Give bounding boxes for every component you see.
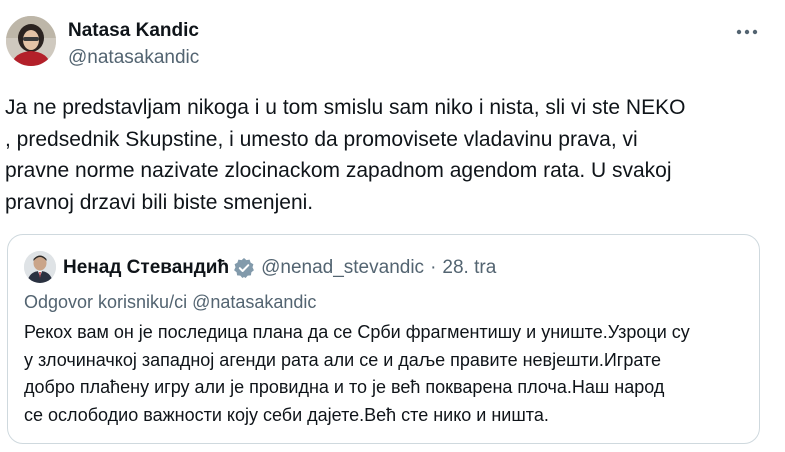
quoted-tweet-header: Ненад Стевандић @nenad_stevandic · 28. t… [63, 256, 496, 280]
author-handle[interactable]: @natasakandic [68, 47, 199, 69]
more-options-button[interactable] [730, 20, 764, 44]
tweet-text: Ja ne predstavljam nikoga i u tom smislu… [5, 96, 686, 214]
author-name[interactable]: Natasa Kandic [68, 20, 199, 42]
quoted-author-avatar[interactable] [24, 251, 56, 283]
user-avatar-photo [6, 16, 56, 66]
verified-badge-icon [233, 257, 255, 279]
quoted-tweet[interactable]: Ненад Стевандић @nenad_stevandic · 28. t… [7, 234, 760, 444]
header-separator: · [430, 257, 437, 278]
user-avatar-photo [24, 251, 56, 283]
author-avatar[interactable] [6, 16, 56, 66]
quoted-author-name[interactable]: Ненад Стевандић [63, 257, 229, 279]
quoted-tweet-text: Рекох вам он је последица плана да се Ср… [24, 322, 690, 425]
quoted-author-handle[interactable]: @nenad_stevandic [261, 257, 424, 279]
more-horizontal-icon [736, 29, 758, 35]
quoted-tweet-date[interactable]: 28. tra [442, 257, 496, 279]
tweet: Natasa Kandic @natasakandic Ja ne predst… [0, 0, 785, 452]
reply-to-label: Odgovor korisniku/ci @natasakandic [24, 292, 317, 312]
